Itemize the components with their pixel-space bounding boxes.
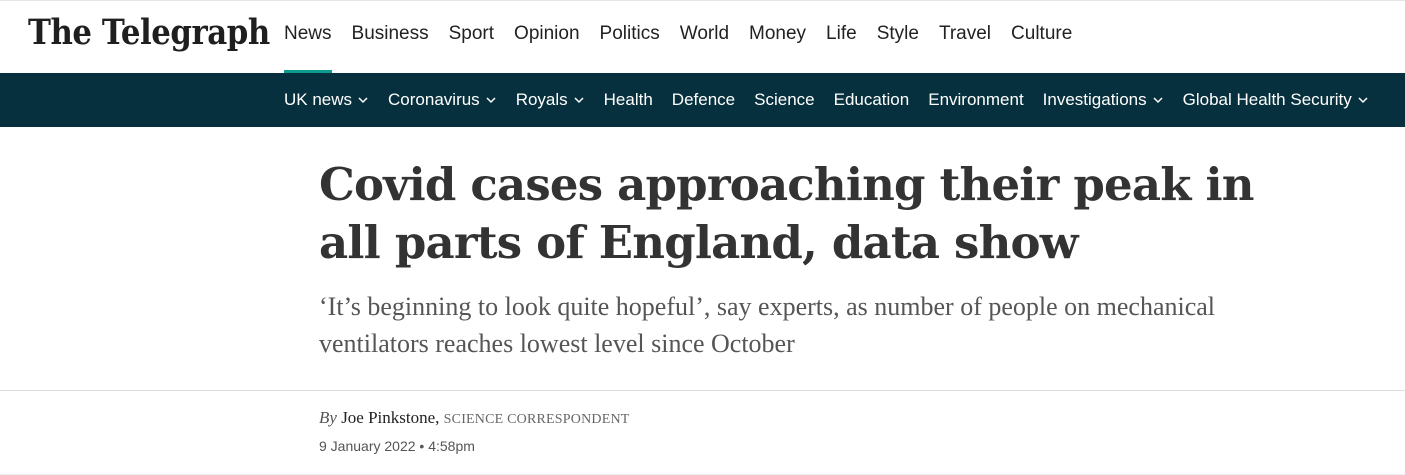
section-nav-item-royals[interactable]: Royals (516, 90, 585, 110)
telegraph-logo[interactable]: The Telegraph (28, 13, 270, 53)
article-headline: Covid cases approaching their peak in al… (319, 158, 1254, 269)
chevron-down-icon (573, 94, 585, 106)
section-nav-label: Education (833, 90, 910, 109)
section-nav-label: Science (754, 90, 815, 109)
nav-item-style[interactable]: Style (877, 1, 919, 74)
section-nav-list: UK news Coronavirus Royals Health Defence Sci… (284, 73, 1388, 127)
divider (0, 390, 1405, 391)
chevron-down-icon (1357, 94, 1369, 106)
nav-item-sport[interactable]: Sport (449, 1, 494, 74)
section-nav-item-science[interactable]: Science (754, 90, 814, 110)
section-nav-label: Defence (671, 90, 736, 109)
nav-item-opinion[interactable]: Opinion (514, 1, 580, 74)
section-nav-item-uk-news[interactable]: UK news (284, 90, 369, 110)
primary-nav: News Business Sport Opinion Politics World Mon… (284, 1, 1092, 74)
section-nav-item-defence[interactable]: Defence (672, 90, 735, 110)
section-nav-label: Global Health Security (1182, 90, 1352, 109)
section-nav-item-environment[interactable]: Environment (928, 90, 1023, 110)
section-nav-label: UK news (284, 90, 353, 109)
section-nav-item-investigations[interactable]: Investigations (1043, 90, 1164, 110)
section-nav: UK news Coronavirus Royals Health Defence Sci… (0, 73, 1405, 127)
publish-date: 9 January 2022 • 4:58pm (319, 438, 475, 454)
author-role: SCIENCE CORRESPONDENT (443, 412, 630, 427)
author-link[interactable]: Joe Pinkstone, (341, 408, 439, 427)
article-standfirst: ‘It’s beginning to look quite hopeful’, … (319, 292, 1216, 358)
chevron-down-icon (1152, 94, 1164, 106)
chevron-down-icon (357, 94, 369, 106)
section-nav-item-global-health-security[interactable]: Global Health Security (1183, 90, 1369, 110)
chevron-down-icon (485, 94, 497, 106)
nav-item-news[interactable]: News (284, 1, 332, 74)
byline-prefix: By (319, 408, 337, 427)
section-nav-item-coronavirus[interactable]: Coronavirus (388, 90, 497, 110)
nav-item-life[interactable]: Life (826, 1, 857, 74)
nav-item-culture[interactable]: Culture (1011, 1, 1072, 74)
section-nav-item-health[interactable]: Health (604, 90, 653, 110)
byline: By Joe Pinkstone, SCIENCE CORRESPONDENT (319, 408, 630, 428)
section-nav-item-education[interactable]: Education (834, 90, 910, 110)
section-nav-label: Environment (928, 90, 1024, 109)
nav-item-money[interactable]: Money (749, 1, 806, 74)
site-header: The Telegraph News Business Sport Opinion Po… (0, 0, 1405, 74)
section-nav-label: Royals (515, 90, 568, 109)
nav-item-world[interactable]: World (680, 1, 729, 74)
section-nav-label: Coronavirus (388, 90, 480, 109)
nav-item-politics[interactable]: Politics (600, 1, 660, 74)
section-nav-label: Health (603, 90, 653, 109)
section-nav-label: Investigations (1042, 90, 1147, 109)
nav-item-business[interactable]: Business (352, 1, 429, 74)
nav-item-travel[interactable]: Travel (939, 1, 991, 74)
